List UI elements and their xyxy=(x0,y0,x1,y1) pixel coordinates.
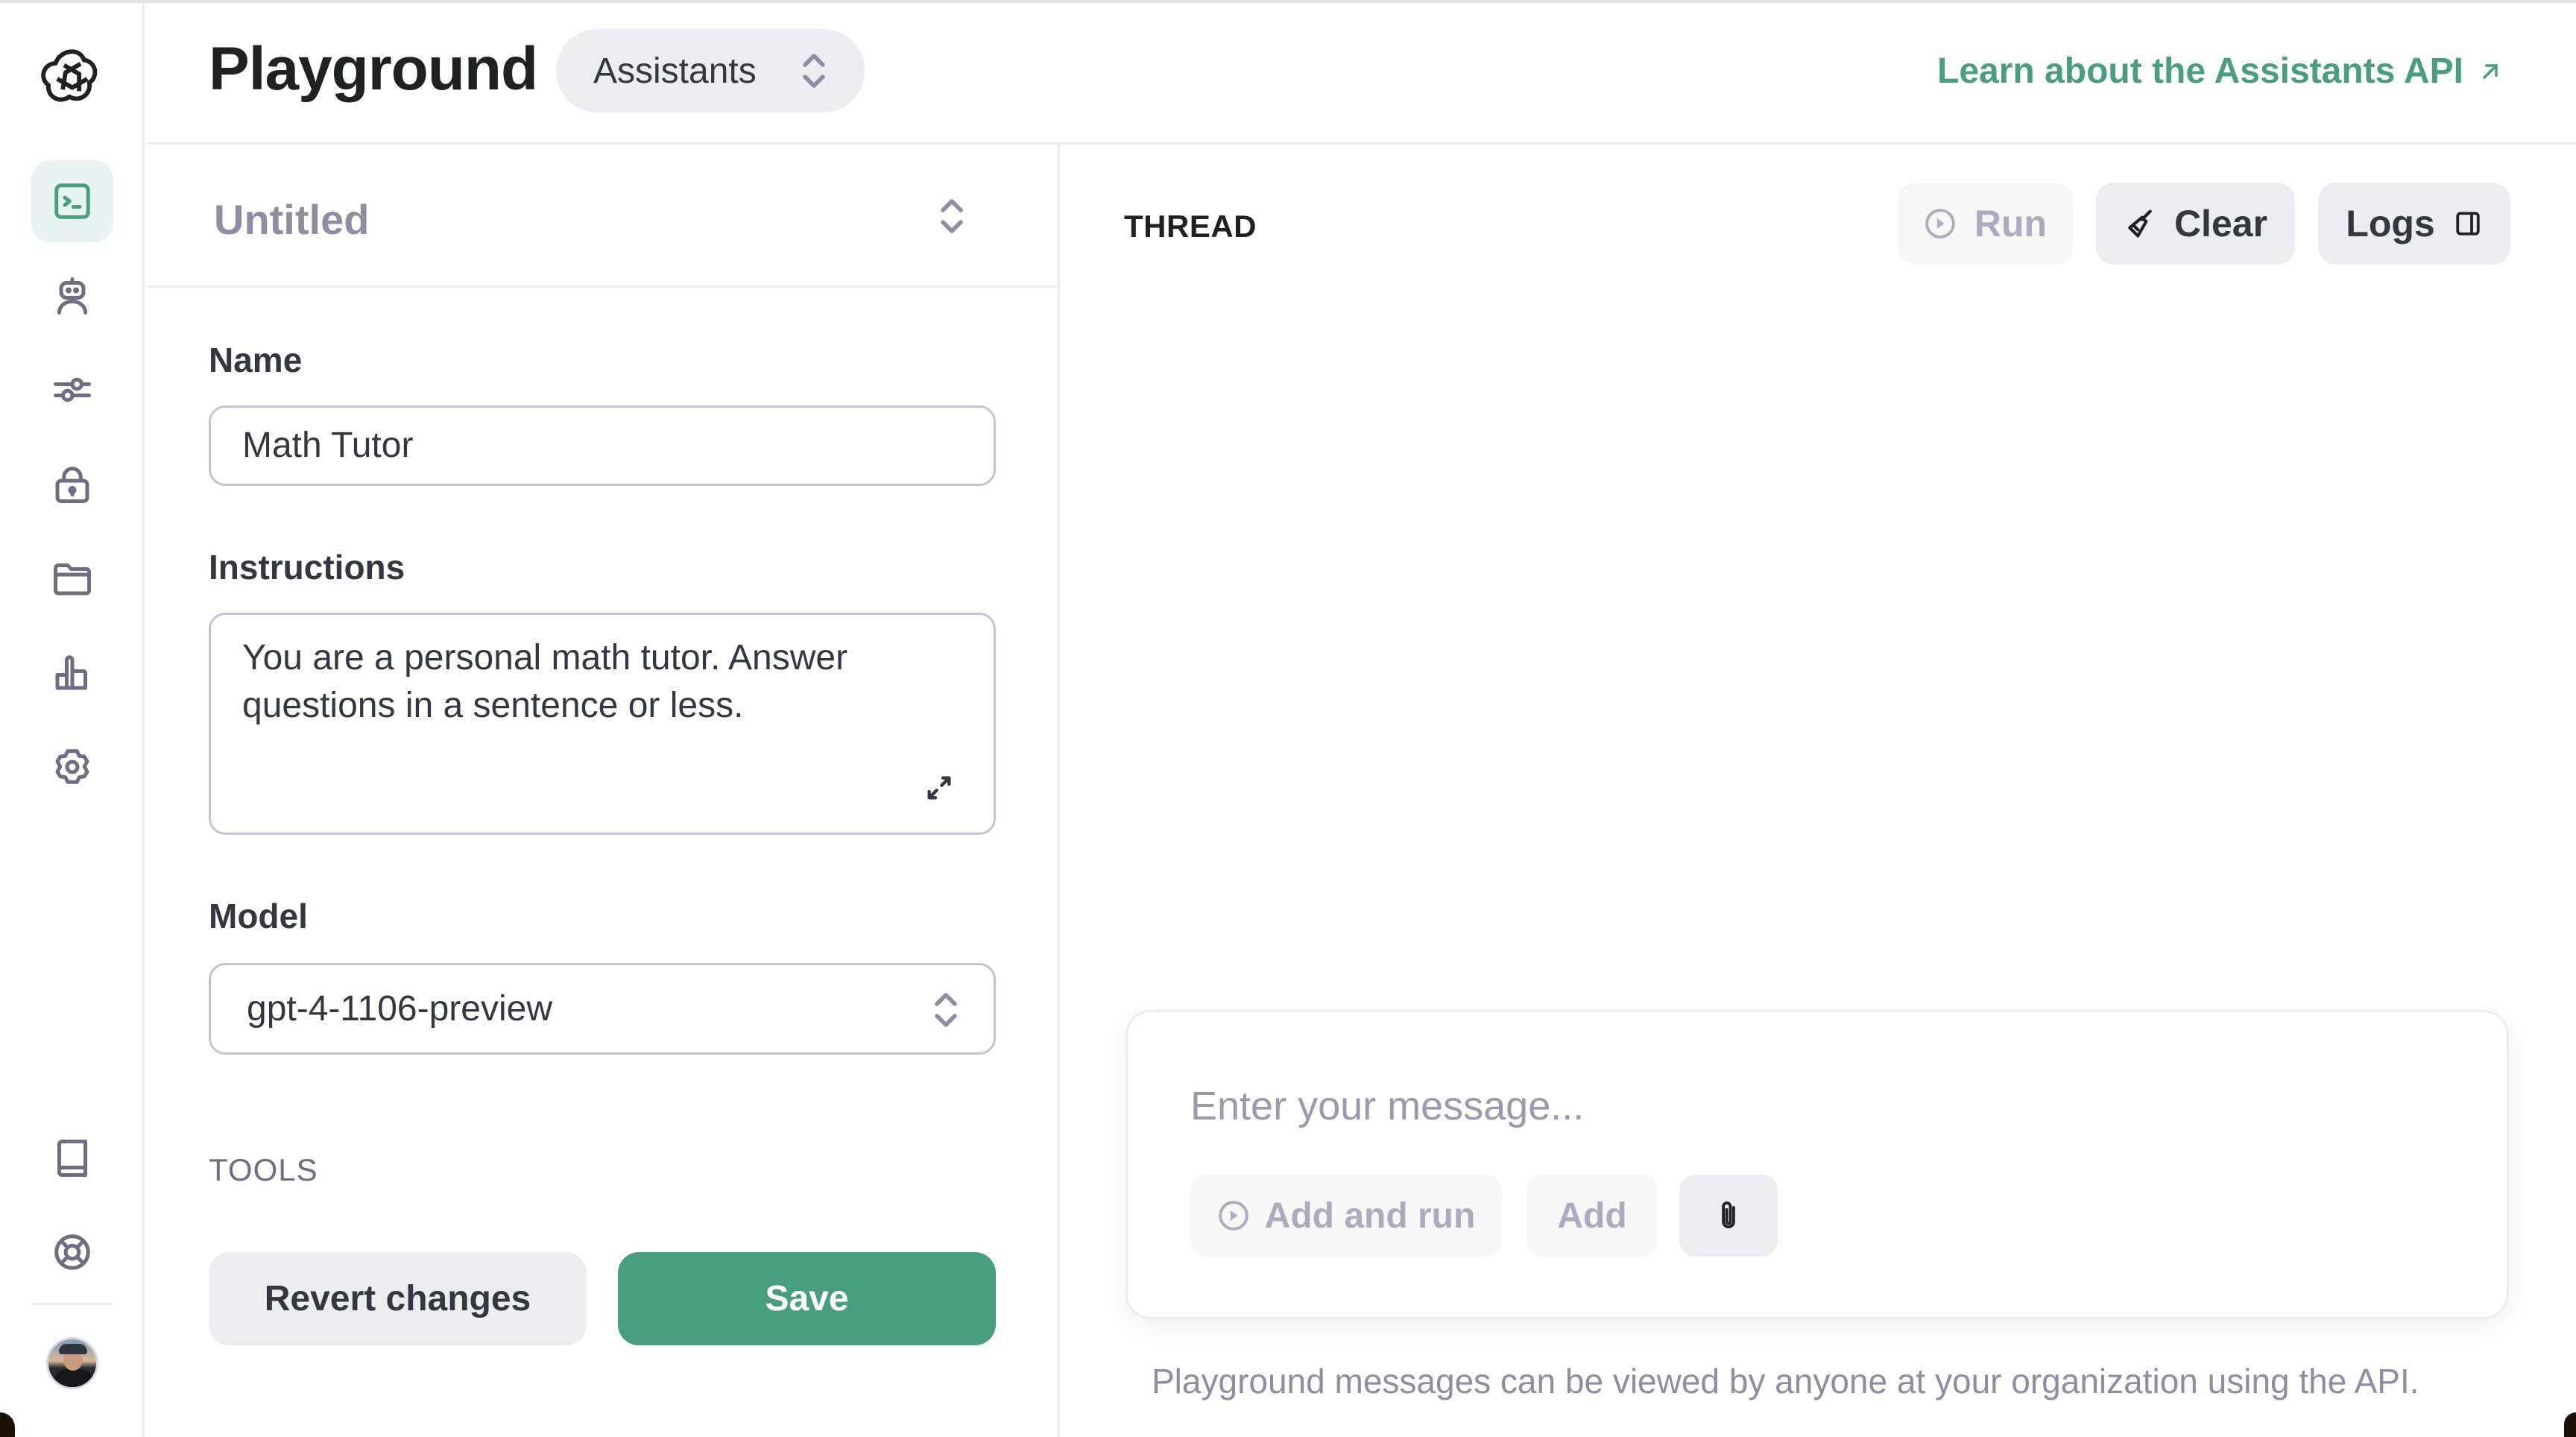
user-avatar[interactable] xyxy=(46,1337,98,1389)
assistant-config-panel: Untitled Name Math Tutor Instructions Yo… xyxy=(147,145,1060,1437)
paperclip-icon xyxy=(1722,1201,1735,1229)
chevron-updown-icon xyxy=(941,199,963,233)
folder-icon xyxy=(54,563,91,596)
lock-icon xyxy=(55,467,89,503)
chevron-updown-icon xyxy=(803,54,825,88)
book-icon xyxy=(57,1140,87,1177)
message-composer: Add and run Add xyxy=(1126,1010,2509,1319)
bar-chart-icon xyxy=(55,655,87,690)
instructions-text: You are a personal math tutor. Answer qu… xyxy=(242,638,848,725)
sidebar-item-usage[interactable] xyxy=(31,632,113,714)
name-label: Name xyxy=(209,341,303,379)
learn-assistants-api-link[interactable]: Learn about the Assistants API xyxy=(1937,51,2502,92)
openai-logo-icon[interactable] xyxy=(40,45,105,110)
add-and-run-label: Add and run xyxy=(1264,1196,1476,1236)
page-header: Playground Assistants Learn about the As… xyxy=(147,3,2576,145)
page-title: Playground xyxy=(209,35,538,103)
thread-title: THREAD xyxy=(1124,209,1257,244)
play-circle-icon xyxy=(1218,1201,1248,1231)
logs-label: Logs xyxy=(2346,203,2435,244)
model-select-value: gpt-4-1106-preview xyxy=(247,989,552,1029)
sidebar-item-documentation[interactable] xyxy=(31,1117,113,1199)
logs-button[interactable]: Logs xyxy=(2318,183,2510,265)
clear-label: Clear xyxy=(2174,203,2268,244)
run-label: Run xyxy=(1974,203,2048,244)
sidebar-item-fine-tuning[interactable] xyxy=(31,349,113,431)
attach-file-button[interactable] xyxy=(1679,1175,1778,1257)
add-button[interactable]: Add xyxy=(1527,1175,1658,1257)
lifebuoy-icon xyxy=(54,1234,90,1270)
gear-icon xyxy=(55,749,89,784)
tools-section-label: TOOLS xyxy=(209,1152,318,1187)
sidebar-item-playground[interactable] xyxy=(31,160,113,242)
privacy-notice: Playground messages can be viewed by any… xyxy=(1152,1362,2419,1400)
assistant-selector[interactable]: Untitled xyxy=(147,145,1060,288)
revert-changes-button[interactable]: Revert changes xyxy=(209,1252,587,1345)
sidebar-item-settings[interactable] xyxy=(31,726,113,808)
learn-link-label: Learn about the Assistants API xyxy=(1937,51,2463,91)
sidebar-item-assistants[interactable] xyxy=(31,255,113,337)
message-input[interactable] xyxy=(1190,1083,2420,1129)
run-button[interactable]: Run xyxy=(1898,183,2073,265)
chevron-updown-icon xyxy=(935,993,957,1027)
assistant-selector-value: Untitled xyxy=(214,196,370,243)
terminal-icon xyxy=(54,183,90,219)
clear-button[interactable]: Clear xyxy=(2096,183,2295,265)
mode-select[interactable]: Assistants xyxy=(556,29,865,113)
external-link-icon xyxy=(2483,63,2498,79)
model-select[interactable]: gpt-4-1106-preview xyxy=(209,963,996,1055)
add-and-run-button[interactable]: Add and run xyxy=(1190,1175,1502,1257)
mode-select-value: Assistants xyxy=(593,51,757,91)
panel-right-icon xyxy=(2456,212,2480,236)
model-label: Model xyxy=(209,897,308,935)
name-input[interactable]: Math Tutor xyxy=(209,405,996,486)
sidebar-divider xyxy=(31,1303,113,1305)
robot-icon xyxy=(57,277,87,315)
play-circle-icon xyxy=(1925,209,1955,239)
save-button[interactable]: Save xyxy=(618,1252,996,1345)
window-corner xyxy=(2564,1412,2576,1437)
add-label: Add xyxy=(1557,1196,1627,1236)
sidebar xyxy=(0,3,145,1437)
instructions-textarea[interactable]: You are a personal math tutor. Answer qu… xyxy=(209,613,996,835)
sliders-icon xyxy=(54,377,91,402)
instructions-label: Instructions xyxy=(209,548,405,587)
broom-icon xyxy=(2128,209,2152,238)
sidebar-item-api-keys[interactable] xyxy=(31,443,113,525)
expand-icon[interactable] xyxy=(924,773,954,803)
sidebar-item-help[interactable] xyxy=(31,1211,113,1293)
sidebar-item-files[interactable] xyxy=(31,537,113,619)
